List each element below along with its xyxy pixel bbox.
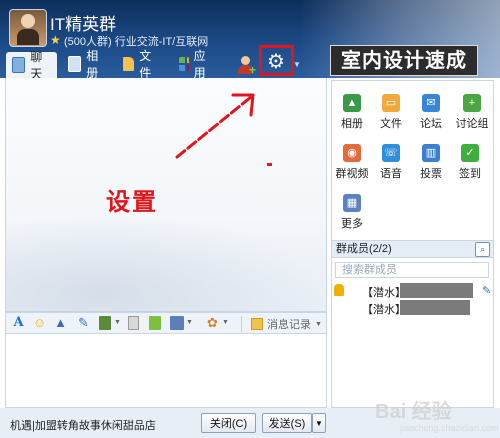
- send-options-button[interactable]: ▼: [312, 413, 326, 433]
- member-row[interactable]: 【潜水】: [334, 300, 490, 316]
- document-icon[interactable]: [128, 316, 139, 330]
- discussion-icon: +: [463, 94, 481, 112]
- picture-icon[interactable]: [149, 316, 161, 330]
- app-label: 相册: [341, 118, 363, 130]
- app-label: 投票: [420, 168, 442, 180]
- star-icon: ★: [50, 33, 61, 47]
- annotation-dot: [267, 163, 272, 166]
- chevron-down-icon[interactable]: ▼: [293, 60, 301, 69]
- watermark: Bai 经验: [375, 401, 452, 423]
- tab-apps[interactable]: 应用: [179, 49, 210, 80]
- annotation-label: 设置: [106, 189, 158, 216]
- app-label: 论坛: [420, 118, 442, 130]
- voice-icon: ☏: [382, 144, 400, 162]
- apps-icon: [179, 57, 189, 71]
- app-checkin[interactable]: ✓ 签到: [452, 144, 488, 181]
- app-video[interactable]: ◉ 群视频: [334, 144, 370, 181]
- ad-link[interactable]: 机遇|加盟转角故事休闲甜品店: [10, 417, 156, 433]
- album-icon: ▲: [343, 94, 361, 112]
- font-icon[interactable]: A: [11, 316, 26, 330]
- tab-chat[interactable]: 聊天: [6, 50, 58, 81]
- forum-icon: ✉: [422, 94, 440, 112]
- tab-label: 应用: [193, 49, 206, 80]
- chat-icon: [12, 57, 26, 73]
- group-name[interactable]: IT精英群: [50, 10, 116, 35]
- image-icon[interactable]: [99, 316, 111, 330]
- app-label: 更多: [341, 218, 363, 230]
- group-avatar[interactable]: [9, 9, 47, 47]
- tab-label: 相册: [86, 49, 99, 80]
- chevron-down-icon[interactable]: ▼: [186, 319, 193, 326]
- tab-label: 聊天: [30, 50, 43, 81]
- edit-icon[interactable]: ✎: [482, 284, 491, 297]
- input-toolbar: A ☺ ▲ ✎ ▼ ▼ ✿ ▼ 消息记录 ▼: [5, 312, 327, 334]
- add-member-icon[interactable]: +: [237, 55, 259, 77]
- app-label: 群视频: [335, 168, 369, 180]
- tab-file[interactable]: 文件: [123, 49, 156, 80]
- app-discussion[interactable]: + 讨论组: [452, 94, 492, 131]
- app-label: 讨论组: [455, 118, 489, 130]
- app-vote[interactable]: ▥ 投票: [413, 144, 449, 181]
- vote-icon: ▥: [422, 144, 440, 162]
- photo-icon: [68, 56, 82, 72]
- app-forum[interactable]: ✉ 论坛: [413, 94, 449, 131]
- promo-text: 室内设计速成: [341, 48, 467, 72]
- close-button[interactable]: 关闭(C): [201, 413, 256, 433]
- annotation-arrow-icon: [175, 93, 255, 159]
- avatar: [334, 284, 344, 296]
- screenshot-icon[interactable]: [170, 316, 184, 330]
- chevron-down-icon[interactable]: ▼: [222, 319, 229, 326]
- message-input[interactable]: [5, 334, 327, 408]
- promo-banner[interactable]: 室内设计速成: [330, 45, 478, 76]
- redacted-name: [400, 300, 470, 315]
- search-icon[interactable]: ⌕: [475, 242, 490, 257]
- history-icon: [251, 318, 263, 330]
- toolbar-divider: [241, 316, 242, 332]
- qq-group-chat-window: IT精英群 ★ (500人群) 行业交流-IT/互联网 聊天 相册 文件 应用 …: [0, 0, 500, 438]
- send-button[interactable]: 发送(S): [262, 413, 312, 433]
- member-row[interactable]: 【潜水】 ✎: [334, 283, 491, 299]
- app-label: 签到: [459, 168, 481, 180]
- watermark-url: jiaocheng.chazidian.com: [400, 423, 499, 433]
- settings-highlight-box: [259, 45, 294, 76]
- tab-photo[interactable]: 相册: [68, 49, 103, 80]
- gift-icon[interactable]: ✿: [205, 316, 220, 330]
- edit-icon[interactable]: ✎: [76, 316, 91, 330]
- tab-label: 文件: [139, 49, 152, 80]
- window-header: IT精英群 ★ (500人群) 行业交流-IT/互联网 聊天 相册 文件 应用 …: [0, 0, 500, 81]
- member-search-input[interactable]: 搜索群成员: [335, 262, 489, 278]
- checkin-icon: ✓: [461, 144, 479, 162]
- app-label: 语音: [380, 168, 402, 180]
- video-icon: ◉: [343, 144, 361, 162]
- members-count: 群成员(2/2): [336, 243, 392, 255]
- more-icon: ▦: [343, 194, 361, 212]
- members-header: 群成员(2/2) ⌕: [331, 240, 494, 258]
- app-file[interactable]: ▭ 文件: [373, 94, 409, 131]
- app-album[interactable]: ▲ 相册: [334, 94, 370, 131]
- emoji-icon[interactable]: ☺: [32, 316, 47, 330]
- message-log-button[interactable]: 消息记录 ▼: [251, 316, 322, 332]
- app-label: 文件: [380, 118, 402, 130]
- file-icon: ▭: [382, 94, 400, 112]
- chevron-down-icon: ▼: [315, 320, 322, 328]
- app-more[interactable]: ▦ 更多: [334, 194, 370, 231]
- folder-icon: [123, 57, 135, 71]
- chevron-down-icon[interactable]: ▼: [114, 319, 121, 326]
- redacted-name: [400, 283, 473, 298]
- shake-icon[interactable]: ▲: [53, 316, 68, 330]
- chat-background-image: [5, 215, 327, 312]
- message-log-label: 消息记录: [267, 319, 311, 331]
- app-voice[interactable]: ☏ 语音: [373, 144, 409, 181]
